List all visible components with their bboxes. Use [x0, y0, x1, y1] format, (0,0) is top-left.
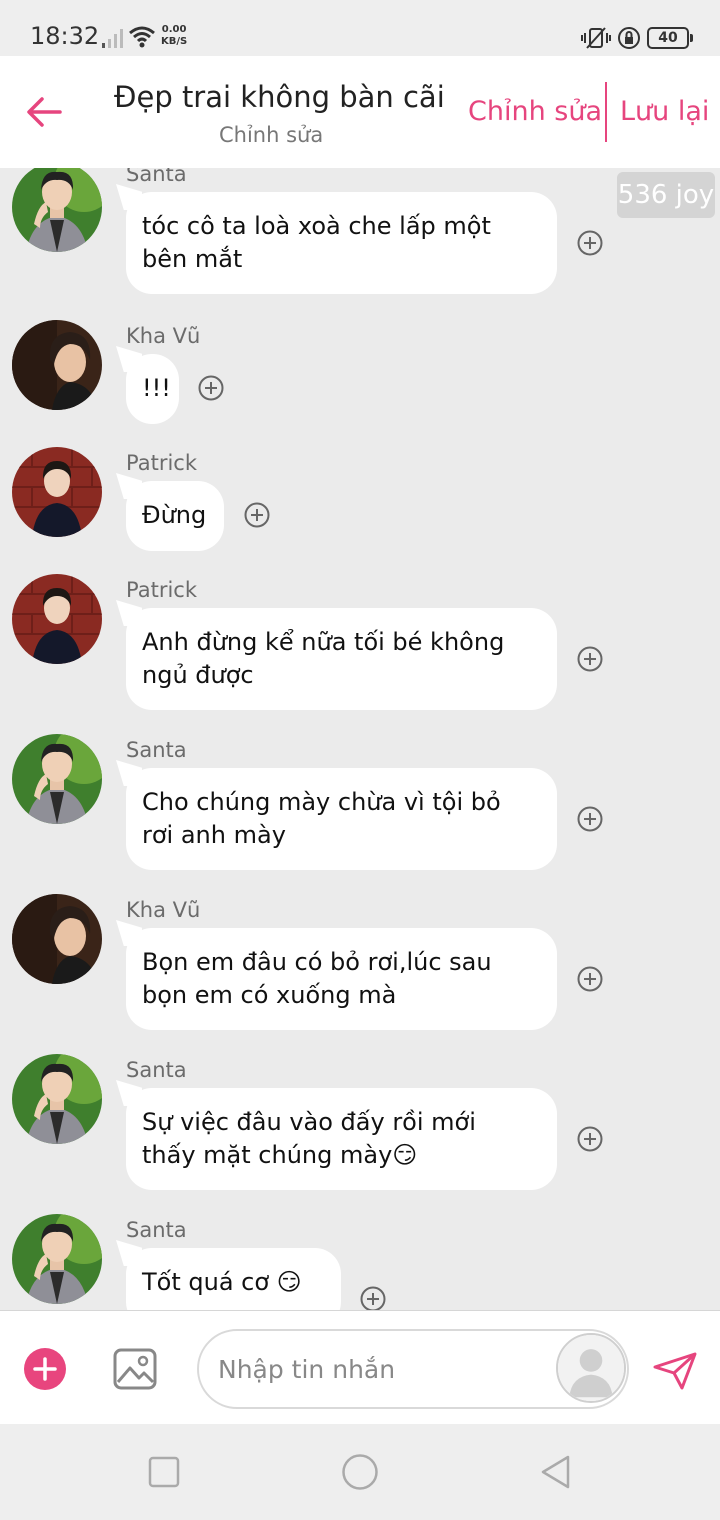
- status-bar: 18:32 0.00 KB/S 40: [0, 0, 720, 56]
- back-nav-button[interactable]: [538, 1454, 574, 1490]
- recent-apps-button[interactable]: [146, 1454, 182, 1490]
- message-sender: Kha Vũ: [126, 324, 201, 348]
- plus-circle-icon[interactable]: [577, 806, 603, 832]
- message-text: Tốt quá cơ: [142, 1268, 270, 1296]
- message-bubble[interactable]: !!!: [126, 354, 179, 424]
- status-time: 18:32: [30, 22, 100, 50]
- signal-icon: [102, 29, 123, 48]
- avatar-kha-vu[interactable]: [12, 320, 102, 410]
- plus-circle-icon[interactable]: [577, 230, 603, 256]
- message-bubble[interactable]: tóc cô ta loà xoà che lấp một bên mắt: [126, 192, 557, 294]
- plus-circle-icon[interactable]: [577, 966, 603, 992]
- rotation-lock-icon: [618, 27, 640, 49]
- edit-button[interactable]: Chỉnh sửa: [468, 96, 602, 127]
- chat-header: Đẹp trai không bàn cãi Chỉnh sửa Chỉnh s…: [0, 56, 720, 168]
- user-avatar-button[interactable]: [556, 1333, 626, 1403]
- image-icon: [113, 1348, 157, 1390]
- plus-circle-icon[interactable]: [198, 375, 224, 401]
- user-placeholder-icon: [558, 1335, 624, 1401]
- avatar-patrick[interactable]: [12, 447, 102, 537]
- avatar-kha-vu[interactable]: [12, 894, 102, 984]
- message-sender: Santa: [126, 1058, 187, 1082]
- system-nav-bar: [0, 1424, 720, 1520]
- message-item: Santa Cho chúng mày chừa vì tội bỏ rơi a…: [0, 734, 720, 874]
- message-item: Patrick Anh đừng kể nữa tối bé không ngủ…: [0, 574, 720, 714]
- battery-indicator: 40: [647, 27, 693, 49]
- message-item: Santa tóc cô ta loà xoà che lấp một bên …: [0, 168, 720, 302]
- message-sender: Santa: [126, 738, 187, 762]
- message-text: Đừng: [142, 501, 207, 529]
- message-sender: Santa: [126, 168, 187, 186]
- message-bubble[interactable]: Cho chúng mày chừa vì tội bỏ rơi anh mày: [126, 768, 557, 870]
- message-text: Sự việc đâu vào đấy rồi mới thấy mặt chú…: [142, 1108, 476, 1169]
- save-button[interactable]: Lưu lại: [620, 96, 709, 127]
- message-item: Kha Vũ !!!: [0, 320, 720, 430]
- joy-badge: 536 joy: [617, 172, 715, 218]
- network-speed: 0.00 KB/S: [161, 24, 188, 47]
- plus-circle-icon[interactable]: [360, 1286, 386, 1310]
- arrow-left-icon: [27, 97, 62, 127]
- message-item: Santa Tốt quá cơ 😏: [0, 1214, 720, 1310]
- message-text: tóc cô ta loà xoà che lấp một bên mắt: [142, 212, 491, 273]
- plus-circle-icon[interactable]: [577, 646, 603, 672]
- message-item: Santa Sự việc đâu vào đấy rồi mới thấy m…: [0, 1054, 720, 1194]
- avatar-santa[interactable]: [12, 1054, 102, 1144]
- smirk-emoji: 😏: [392, 1141, 418, 1169]
- smirk-emoji: 😏: [269, 1268, 302, 1296]
- header-divider: [605, 82, 607, 142]
- page-subtitle: Chỉnh sửa: [219, 123, 324, 147]
- plus-icon: [33, 1357, 57, 1381]
- message-text: !!!: [142, 374, 171, 402]
- wifi-icon: [129, 26, 155, 48]
- message-sender: Kha Vũ: [126, 898, 201, 922]
- message-sender: Santa: [126, 1218, 187, 1242]
- avatar-santa[interactable]: [12, 734, 102, 824]
- message-sender: Patrick: [126, 451, 197, 475]
- message-bubble[interactable]: Đừng: [126, 481, 224, 551]
- page-title: Đẹp trai không bàn cãi: [114, 80, 445, 114]
- message-item: Kha Vũ Bọn em đâu có bỏ rơi,lúc sau bọn …: [0, 894, 720, 1034]
- home-button[interactable]: [340, 1452, 380, 1492]
- message-bubble[interactable]: Sự việc đâu vào đấy rồi mới thấy mặt chú…: [126, 1088, 557, 1190]
- message-text: Anh đừng kể nữa tối bé không ngủ được: [142, 628, 505, 689]
- avatar-santa[interactable]: [12, 1214, 102, 1304]
- vibrate-off-icon: [581, 27, 611, 49]
- message-text: Bọn em đâu có bỏ rơi,lúc sau bọn em có x…: [142, 948, 492, 1009]
- message-bubble[interactable]: Anh đừng kể nữa tối bé không ngủ được: [126, 608, 557, 710]
- message-sender: Patrick: [126, 578, 197, 602]
- message-text: Cho chúng mày chừa vì tội bỏ rơi anh mày: [142, 788, 501, 849]
- message-item: Patrick Đừng: [0, 447, 720, 557]
- message-bubble[interactable]: Tốt quá cơ 😏: [126, 1248, 341, 1310]
- plus-circle-icon[interactable]: [577, 1126, 603, 1152]
- avatar-santa[interactable]: [12, 168, 102, 252]
- message-bubble[interactable]: Bọn em đâu có bỏ rơi,lúc sau bọn em có x…: [126, 928, 557, 1030]
- plus-circle-icon[interactable]: [244, 502, 270, 528]
- avatar-patrick[interactable]: [12, 574, 102, 664]
- attach-button[interactable]: [24, 1348, 66, 1390]
- message-composer: [0, 1310, 720, 1424]
- chat-messages[interactable]: Santa tóc cô ta loà xoà che lấp một bên …: [0, 168, 720, 1310]
- image-button[interactable]: [113, 1348, 157, 1390]
- send-button[interactable]: [652, 1351, 698, 1391]
- paper-plane-icon: [653, 1352, 697, 1390]
- back-button[interactable]: [24, 92, 64, 132]
